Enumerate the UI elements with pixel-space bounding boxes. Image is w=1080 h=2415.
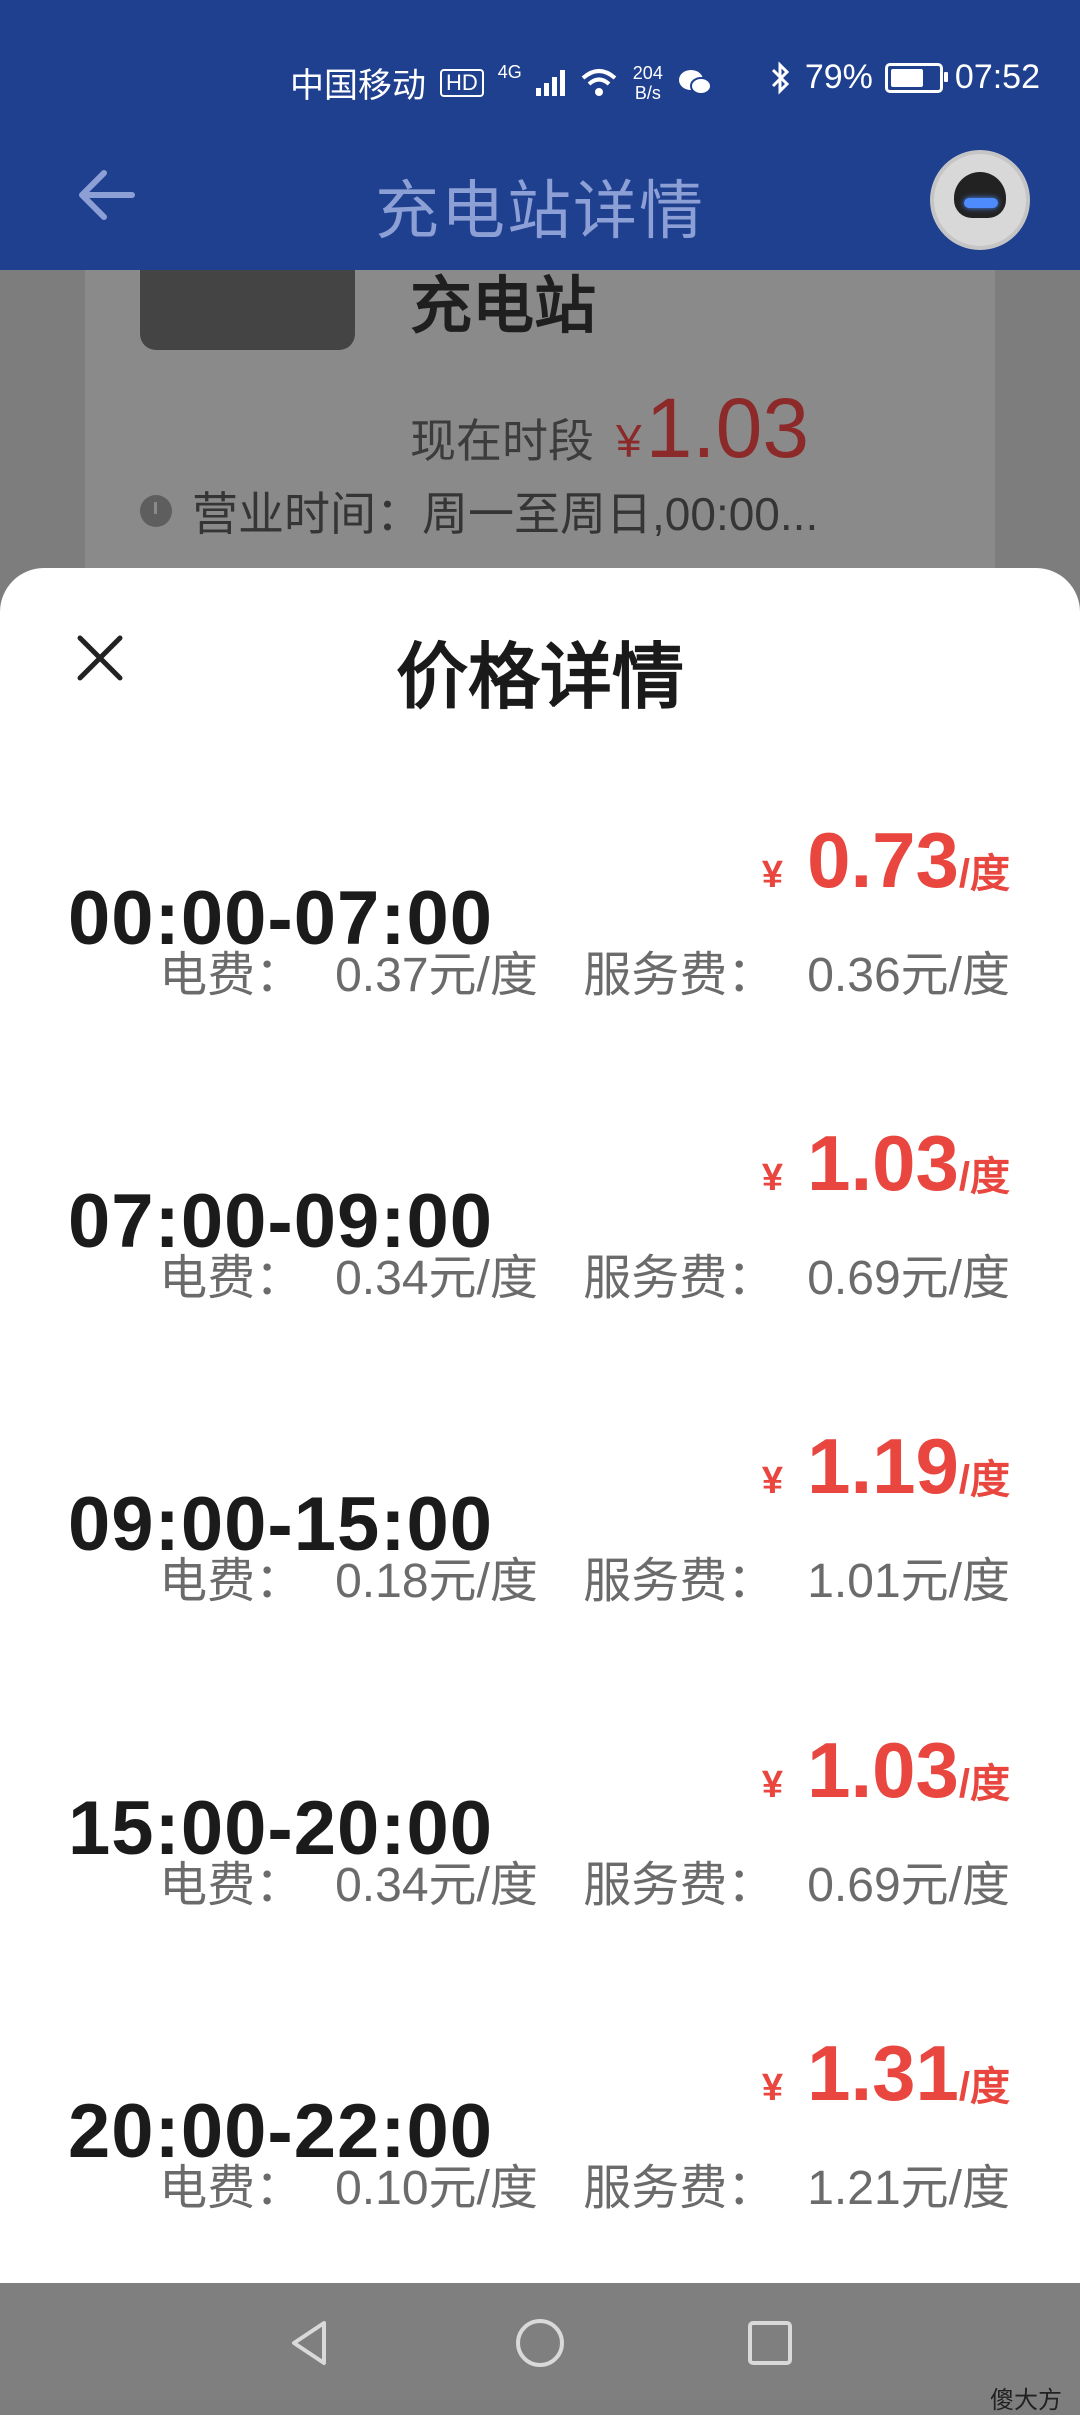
sheet-title: 价格详情 <box>395 638 684 718</box>
hd-badge: HD <box>440 68 484 97</box>
price-value: 0.73 <box>807 816 959 904</box>
network-type: 4G <box>497 62 522 82</box>
price-value: 1.19 <box>807 1422 959 1510</box>
station-thumbnail <box>140 270 355 350</box>
electricity-fee-value: 0.10元/度 <box>335 2162 538 2215</box>
price-row: 20:00-22:00 ¥ 1.31 /度 电费： 0.10元/度 服务费： 1.2… <box>0 1988 1080 2215</box>
status-right: 79% 07:52 <box>769 58 1040 97</box>
price-breakdown: 电费： 0.34元/度 服务费： 0.69元/度 <box>159 1238 1010 1308</box>
service-fee-value: 1.21元/度 <box>807 2162 1010 2215</box>
current-period-label: 现在时段 <box>410 415 594 467</box>
total-price: ¥ 1.03 /度 <box>762 1725 1010 1816</box>
electricity-fee-label: 电费： <box>159 1859 304 1912</box>
system-nav-bar <box>0 2283 1080 2400</box>
business-hours: 营业时间：周一至周日,00:00... <box>140 478 818 544</box>
price-breakdown: 电费： 0.34元/度 服务费： 0.69元/度 <box>159 1845 1010 1915</box>
wechat-icon <box>678 69 712 95</box>
nav-back-icon[interactable] <box>282 2315 338 2371</box>
robot-avatar[interactable] <box>930 150 1030 250</box>
total-price: ¥ 1.19 /度 <box>762 1421 1010 1512</box>
price-breakdown: 电费： 0.37元/度 服务费： 0.36元/度 <box>159 935 1010 1005</box>
service-fee: 服务费： 0.69元/度 <box>583 1859 1010 1912</box>
currency-symbol: ¥ <box>761 1157 784 1199</box>
service-fee-value: 0.69元/度 <box>807 1252 1010 1305</box>
speed-value: 204 <box>632 62 663 83</box>
wifi-icon <box>581 68 617 96</box>
electricity-fee-value: 0.37元/度 <box>335 949 538 1002</box>
clock-icon <box>140 495 172 527</box>
electricity-fee: 电费： 0.34元/度 <box>159 1252 538 1305</box>
carrier-label: 中国移动 <box>290 67 426 105</box>
service-fee-label: 服务费： <box>583 2162 776 2215</box>
total-price: ¥ 1.31 /度 <box>762 2028 1010 2119</box>
electricity-fee-value: 0.34元/度 <box>335 1859 538 1912</box>
battery-percent: 79% <box>804 58 873 96</box>
price-value: 1.03 <box>807 1119 959 1207</box>
page-title: 充电站详情 <box>375 175 705 247</box>
electricity-fee: 电费： 0.10元/度 <box>159 2162 538 2215</box>
currency-symbol: ¥ <box>761 1460 784 1502</box>
service-fee-label: 服务费： <box>583 1555 776 1608</box>
app-header-bar: 中国移动 HD 4G 204 B/s 79% 07:52 充电站详情 <box>0 0 1080 270</box>
currency-symbol: ¥ <box>761 854 784 896</box>
status-left: 中国移动 HD 4G 204 B/s <box>290 58 713 107</box>
service-fee-label: 服务费： <box>583 1859 776 1912</box>
price-breakdown: 电费： 0.18元/度 服务费： 1.01元/度 <box>159 1541 1010 1611</box>
service-fee-value: 1.01元/度 <box>807 1555 1010 1608</box>
service-fee: 服务费： 1.01元/度 <box>583 1555 1010 1608</box>
battery-icon <box>884 62 948 93</box>
price-unit: /度 <box>958 1458 1010 1502</box>
price-unit: /度 <box>958 852 1010 896</box>
service-fee: 服务费： 0.36元/度 <box>583 949 1010 1002</box>
battery-fill <box>890 68 923 87</box>
price-value: 1.31 <box>807 2029 959 2117</box>
electricity-fee-value: 0.34元/度 <box>335 1252 538 1305</box>
service-fee-value: 0.69元/度 <box>807 1859 1010 1912</box>
price-breakdown: 电费： 0.10元/度 服务费： 1.21元/度 <box>159 2148 1010 2218</box>
total-price: ¥ 0.73 /度 <box>762 815 1010 906</box>
price-row: 15:00-20:00 ¥ 1.03 /度 电费： 0.34元/度 服务费： 0.6… <box>0 1685 1080 1912</box>
service-fee-label: 服务费： <box>583 949 776 1002</box>
nav-home-icon[interactable] <box>512 2315 568 2371</box>
business-hours-text: 营业时间：周一至周日,00:00... <box>192 488 819 540</box>
price-unit: /度 <box>958 2065 1010 2109</box>
current-price: 1.03 <box>645 381 810 475</box>
price-value: 1.03 <box>807 1726 959 1814</box>
service-fee-value: 0.36元/度 <box>807 949 1010 1002</box>
service-fee: 服务费： 0.69元/度 <box>583 1252 1010 1305</box>
electricity-fee-label: 电费： <box>159 949 304 1002</box>
speed-unit: B/s <box>634 82 661 103</box>
price-row: 09:00-15:00 ¥ 1.19 /度 电费： 0.18元/度 服务费： 1.0… <box>0 1381 1080 1608</box>
electricity-fee: 电费： 0.34元/度 <box>159 1859 538 1912</box>
currency-symbol: ¥ <box>761 1764 784 1806</box>
electricity-fee: 电费： 0.18元/度 <box>159 1555 538 1608</box>
electricity-fee-value: 0.18元/度 <box>335 1555 538 1608</box>
electricity-fee: 电费： 0.37元/度 <box>159 949 538 1002</box>
currency-symbol: ¥ <box>761 2067 784 2109</box>
service-fee: 服务费： 1.21元/度 <box>583 2162 1010 2215</box>
electricity-fee-label: 电费： <box>159 1555 304 1608</box>
service-fee-label: 服务费： <box>583 1252 776 1305</box>
bluetooth-icon <box>771 60 789 95</box>
price-unit: /度 <box>958 1155 1010 1199</box>
electricity-fee-label: 电费： <box>159 1252 304 1305</box>
signal-icon <box>535 69 565 96</box>
price-row: 00:00-07:00 ¥ 0.73 /度 电费： 0.37元/度 服务费： 0.3… <box>0 775 1080 1002</box>
price-unit: /度 <box>958 1762 1010 1806</box>
current-period-price: 现在时段 ¥1.03 <box>410 380 809 477</box>
electricity-fee-label: 电费： <box>159 2162 304 2215</box>
clock-time: 07:52 <box>954 58 1040 96</box>
price-row: 07:00-09:00 ¥ 1.03 /度 电费： 0.34元/度 服务费： 0.6… <box>0 1078 1080 1305</box>
total-price: ¥ 1.03 /度 <box>762 1118 1010 1209</box>
status-bar: 中国移动 HD 4G 204 B/s 79% 07:52 <box>0 40 1080 120</box>
current-currency: ¥ <box>616 415 642 467</box>
network-speed: 204 B/s <box>633 63 663 103</box>
watermark: 傻大方 <box>990 2387 1062 2414</box>
station-name: 充电站 <box>410 272 597 341</box>
nav-recents-icon[interactable] <box>742 2315 798 2371</box>
